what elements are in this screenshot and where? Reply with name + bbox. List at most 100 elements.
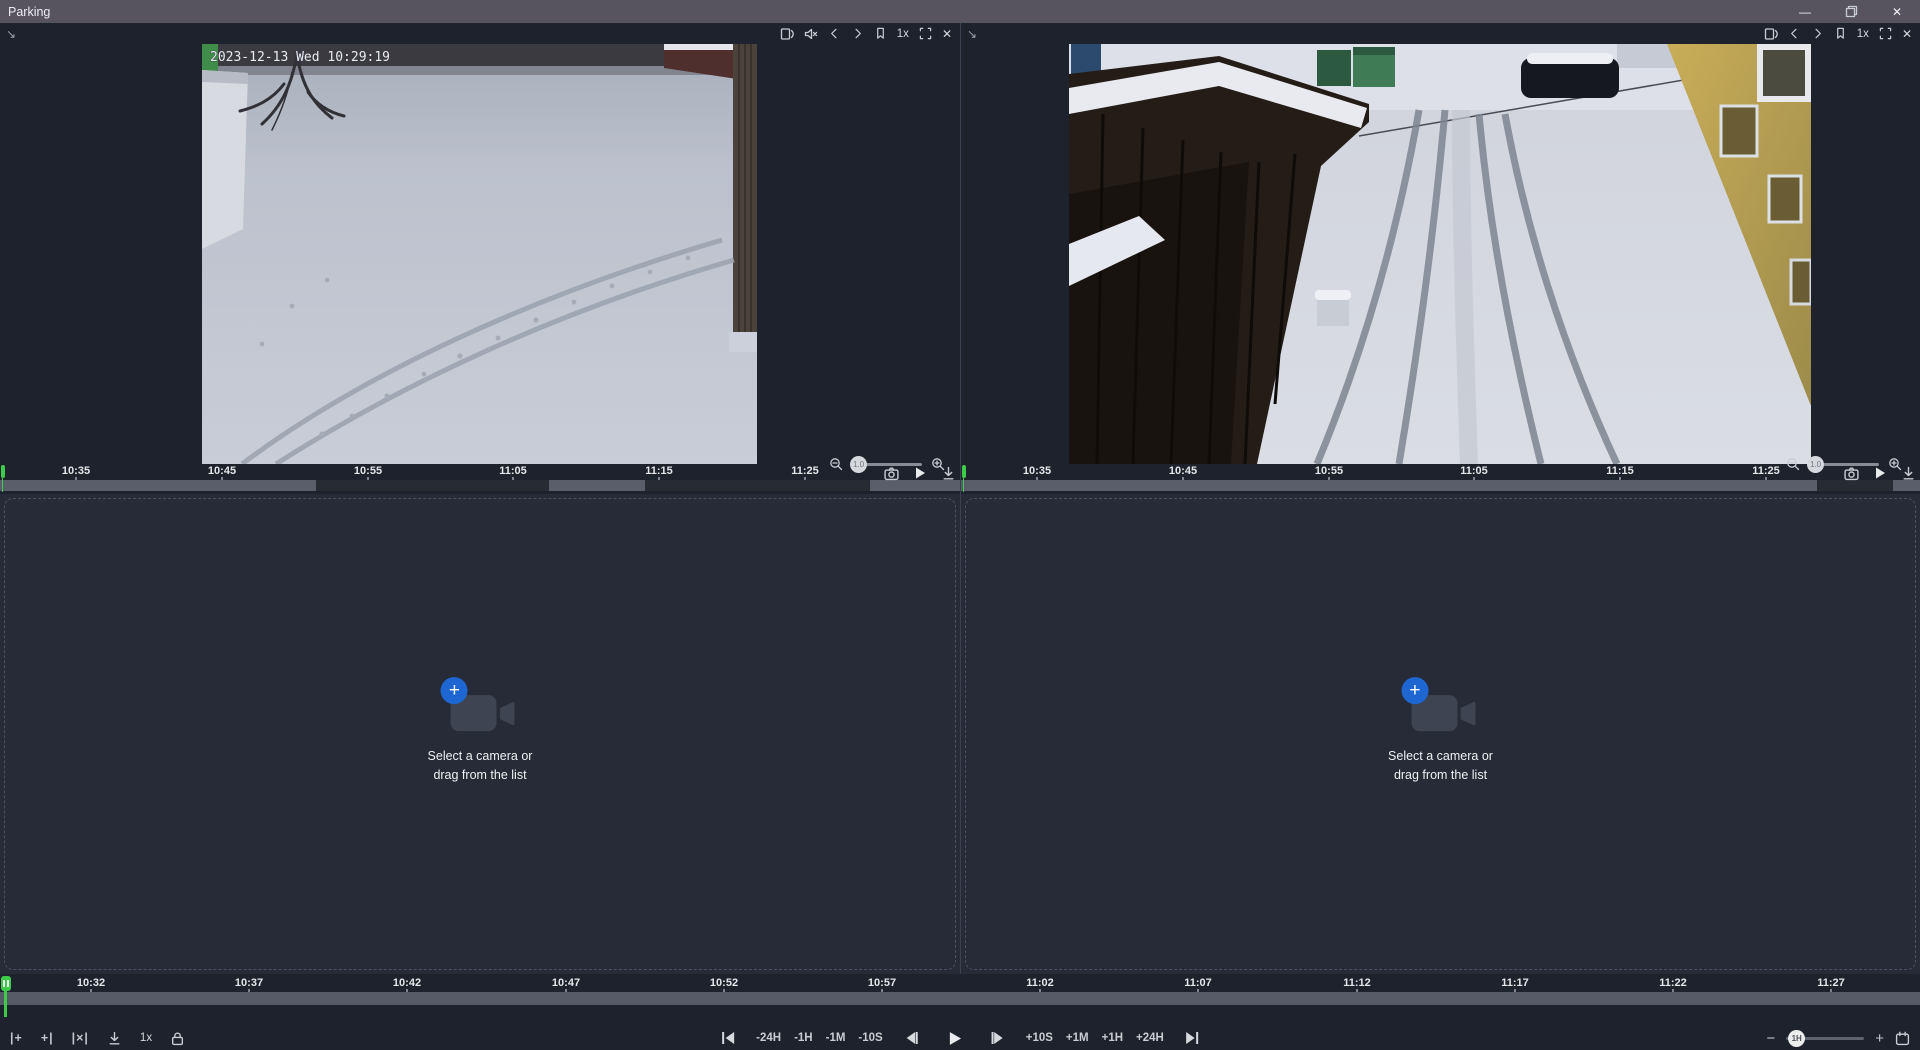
pane-resize-icon[interactable]: ↘ bbox=[961, 28, 977, 40]
camera-1-scrub-bar[interactable] bbox=[0, 480, 960, 491]
play-button[interactable] bbox=[946, 1030, 963, 1047]
timeline-tick-label: 10:45 bbox=[208, 465, 236, 477]
timeline-tick-label: 10:35 bbox=[62, 465, 90, 477]
timeline-scale-slider[interactable]: 1H bbox=[1786, 1037, 1864, 1040]
scrub-gap-segment bbox=[1817, 480, 1893, 491]
restore-button[interactable] bbox=[1828, 0, 1874, 23]
video-zoom-control: 1.0 bbox=[1786, 455, 1902, 473]
audio-muted-icon[interactable] bbox=[804, 27, 818, 41]
jump-forward-1m-button[interactable]: +1M bbox=[1066, 1032, 1089, 1044]
remove-cell-button[interactable]: |×| bbox=[72, 1031, 89, 1045]
empty-cell-placeholder: + Select a camera or drag from the list bbox=[1388, 679, 1493, 785]
playhead-marker[interactable] bbox=[962, 465, 966, 478]
export-download-button[interactable] bbox=[107, 1031, 122, 1046]
master-timeline[interactable]: 10:32 10:37 10:42 10:47 10:52 10:57 11:0… bbox=[0, 976, 1920, 992]
zoom-out-icon[interactable] bbox=[829, 457, 843, 471]
playhead-line bbox=[2, 478, 3, 492]
panel-speed-label[interactable]: 1x bbox=[1857, 28, 1869, 40]
window-titlebar[interactable]: Parking — ✕ bbox=[0, 0, 1920, 23]
close-panel-button[interactable]: ✕ bbox=[942, 28, 952, 40]
layout-panel-icon[interactable] bbox=[780, 27, 794, 41]
timeline-tick-label: 10:52 bbox=[710, 977, 738, 989]
next-camera-button[interactable] bbox=[1811, 27, 1824, 40]
placeholder-line-1: Select a camera or bbox=[1388, 747, 1493, 766]
camera-1-timeline[interactable]: 10:35 10:45 10:55 11:05 11:15 11:25 bbox=[0, 464, 960, 480]
step-back-button[interactable] bbox=[903, 1030, 919, 1046]
close-panel-button[interactable]: ✕ bbox=[1902, 28, 1912, 40]
zoom-slider-handle[interactable]: 1.0 bbox=[850, 456, 867, 473]
camera-lens-icon bbox=[500, 701, 515, 726]
timeline-zoom-in-button[interactable]: + bbox=[1875, 1031, 1884, 1046]
timeline-scale-handle[interactable]: 1H bbox=[1788, 1030, 1805, 1047]
lock-icon[interactable] bbox=[170, 1031, 185, 1046]
placeholder-message: Select a camera or drag from the list bbox=[1388, 747, 1493, 785]
camera-panel-2-toolbar: 1x ✕ bbox=[1764, 27, 1920, 41]
master-scrub-bar[interactable] bbox=[0, 992, 1920, 1005]
restore-icon bbox=[1845, 5, 1858, 18]
placeholder-line-2: drag from the list bbox=[428, 766, 533, 785]
timeline-tick-label: 10:55 bbox=[354, 465, 382, 477]
empty-camera-cell-2[interactable]: + Select a camera or drag from the list bbox=[961, 494, 1920, 974]
camera-2-timeline[interactable]: 10:35 10:45 10:55 11:05 11:15 11:25 bbox=[961, 464, 1920, 480]
empty-camera-cell-1[interactable]: + Select a camera or drag from the list bbox=[0, 494, 960, 974]
playhead-marker[interactable] bbox=[1, 465, 5, 478]
timeline-tick-label: 11:15 bbox=[645, 465, 673, 477]
calendar-button[interactable] bbox=[1895, 1031, 1910, 1046]
timeline-zoom-out-button[interactable]: − bbox=[1766, 1031, 1775, 1046]
timeline-tick-label: 10:45 bbox=[1169, 465, 1197, 477]
layout-panel-icon[interactable] bbox=[1764, 27, 1778, 41]
placeholder-line-1: Select a camera or bbox=[428, 747, 533, 766]
timeline-tick-label: 10:55 bbox=[1315, 465, 1343, 477]
zoom-in-icon[interactable] bbox=[1888, 457, 1902, 471]
download-button[interactable] bbox=[1901, 466, 1916, 481]
jump-forward-10s-button[interactable]: +10S bbox=[1026, 1032, 1053, 1044]
bookmark-button[interactable] bbox=[874, 27, 887, 40]
layout-tools: |+ +| |×| 1x bbox=[10, 1026, 185, 1050]
zoom-in-icon[interactable] bbox=[931, 457, 945, 471]
timeline-tick-label: 11:27 bbox=[1817, 977, 1845, 989]
close-button[interactable]: ✕ bbox=[1874, 0, 1920, 23]
camera-2-scrub-bar[interactable] bbox=[961, 480, 1920, 491]
jump-forward-24h-button[interactable]: +24H bbox=[1136, 1032, 1164, 1044]
jump-back-1h-button[interactable]: -1H bbox=[794, 1032, 813, 1044]
plus-icon: + bbox=[449, 680, 460, 702]
camera-placeholder-icon: + bbox=[445, 679, 515, 737]
global-speed-label[interactable]: 1x bbox=[140, 1032, 152, 1044]
jump-back-10s-button[interactable]: -10S bbox=[858, 1032, 882, 1044]
fullscreen-button[interactable] bbox=[1879, 27, 1892, 40]
zoom-slider[interactable]: 1.0 bbox=[1809, 463, 1879, 466]
add-cell-right-button[interactable]: +| bbox=[41, 1031, 54, 1045]
prev-camera-button[interactable] bbox=[828, 27, 841, 40]
video-zoom-control: 1.0 bbox=[829, 455, 945, 473]
minimize-button[interactable]: — bbox=[1782, 0, 1828, 23]
camera-panel-2-header: ↘ 1x ✕ bbox=[961, 23, 1920, 44]
empty-cell-placeholder: + Select a camera or drag from the list bbox=[428, 679, 533, 785]
skip-to-end-button[interactable] bbox=[1184, 1030, 1200, 1046]
timeline-tick-label: 10:42 bbox=[393, 977, 421, 989]
timeline-tick-label: 11:17 bbox=[1501, 977, 1529, 989]
step-forward-button[interactable] bbox=[990, 1030, 1006, 1046]
jump-back-1m-button[interactable]: -1M bbox=[826, 1032, 846, 1044]
skip-to-start-button[interactable] bbox=[720, 1030, 736, 1046]
zoom-out-icon[interactable] bbox=[1786, 457, 1800, 471]
zoom-slider[interactable]: 1.0 bbox=[852, 463, 922, 466]
jump-forward-1h-button[interactable]: +1H bbox=[1102, 1032, 1123, 1044]
prev-camera-button[interactable] bbox=[1788, 27, 1801, 40]
add-cell-left-button[interactable]: |+ bbox=[10, 1031, 23, 1045]
playback-controls: -24H -1H -1M -10S +10S +1M +1H +24H bbox=[713, 1026, 1207, 1050]
zoom-slider-handle[interactable]: 1.0 bbox=[1807, 456, 1824, 473]
camera-panel-1: ↘ 1x ✕ bbox=[0, 23, 960, 492]
camera-video-1[interactable]: 2023-12-13 Wed 10:29:19 bbox=[202, 44, 757, 464]
camera-panel-1-header: ↘ 1x ✕ bbox=[0, 23, 960, 44]
timeline-tick-label: 11:25 bbox=[791, 465, 819, 477]
master-playhead-pause[interactable] bbox=[1, 976, 11, 991]
camera-placeholder-icon: + bbox=[1405, 679, 1475, 737]
fullscreen-button[interactable] bbox=[919, 27, 932, 40]
pane-resize-icon[interactable]: ↘ bbox=[0, 28, 16, 40]
camera-video-2[interactable] bbox=[1069, 44, 1811, 464]
placeholder-message: Select a camera or drag from the list bbox=[428, 747, 533, 785]
next-camera-button[interactable] bbox=[851, 27, 864, 40]
jump-back-24h-button[interactable]: -24H bbox=[756, 1032, 781, 1044]
bookmark-button[interactable] bbox=[1834, 27, 1847, 40]
panel-speed-label[interactable]: 1x bbox=[897, 28, 909, 40]
